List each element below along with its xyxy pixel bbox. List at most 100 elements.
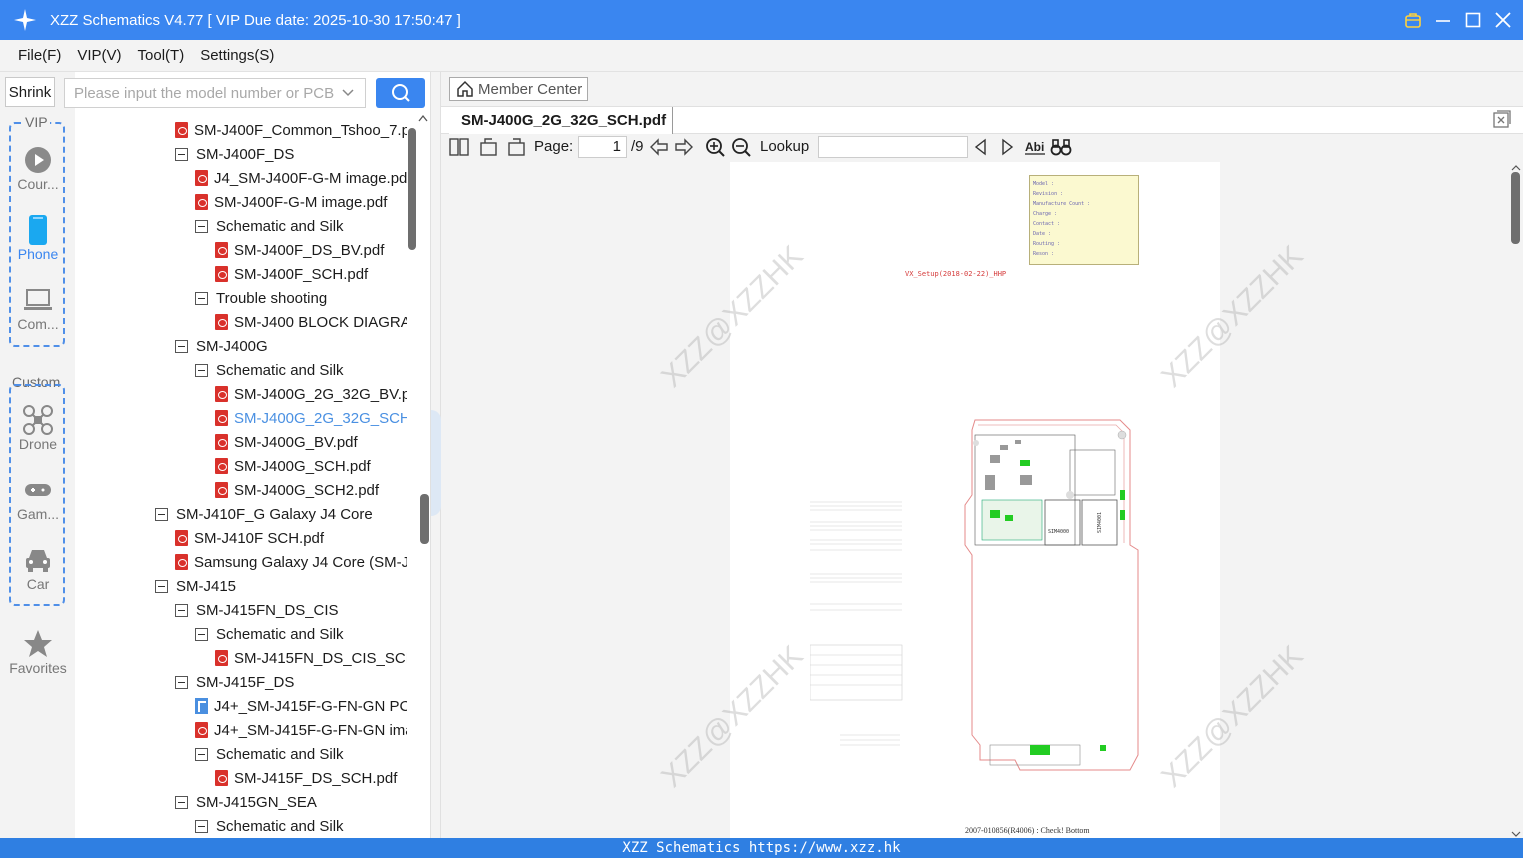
next-page-icon[interactable] xyxy=(674,137,694,157)
nav-computer[interactable]: Com... xyxy=(8,284,68,332)
tree-item-label: SM-J400G_SCH.pdf xyxy=(234,457,371,475)
find-binoculars-icon[interactable] xyxy=(1050,137,1072,157)
menu-file[interactable]: File(F) xyxy=(18,47,61,64)
collapse-toggle-icon[interactable] xyxy=(195,291,208,305)
page-number-input[interactable]: 1 xyxy=(578,136,627,158)
tree-file[interactable]: SM-J400G_2G_32G_BV.pdf xyxy=(215,382,407,406)
tree-folder[interactable]: Schematic and Silk xyxy=(195,814,344,838)
scroll-up-icon[interactable] xyxy=(418,114,428,122)
phone-icon xyxy=(8,214,68,246)
tree-folder[interactable]: Schematic and Silk xyxy=(195,358,344,382)
tree-scrollbar-secondary[interactable] xyxy=(420,494,429,544)
two-page-view-icon[interactable] xyxy=(449,137,469,157)
scroll-up-icon[interactable] xyxy=(1511,165,1521,171)
tree-folder[interactable]: SM-J415FN_DS_CIS xyxy=(175,598,339,622)
rotate-right-icon[interactable] xyxy=(506,137,526,157)
viewer-scrollbar[interactable] xyxy=(1509,162,1523,838)
nav-car-label: Car xyxy=(26,576,50,592)
search-input[interactable]: Please input the model number or PCB xyxy=(64,78,366,108)
tree-file[interactable]: SM-J400 BLOCK DIAGRAM xyxy=(215,310,407,334)
viewer-scroll-thumb[interactable] xyxy=(1511,172,1520,244)
tree-folder[interactable]: Trouble shooting xyxy=(195,286,327,310)
tree-folder[interactable]: Schematic and Silk xyxy=(195,214,344,238)
collapse-toggle-icon[interactable] xyxy=(175,147,188,161)
tree-file[interactable]: SM-J410F SCH.pdf xyxy=(175,526,324,550)
find-previous-icon[interactable] xyxy=(973,137,989,157)
vip-bag-icon[interactable] xyxy=(1403,10,1423,30)
pdf-file-icon xyxy=(215,770,228,786)
tree-file[interactable]: Samsung Galaxy J4 Core (SM-J410 xyxy=(175,550,407,574)
collapse-toggle-icon[interactable] xyxy=(155,579,168,593)
collapse-toggle-icon[interactable] xyxy=(195,747,208,761)
collapse-toggle-icon[interactable] xyxy=(175,603,188,617)
tree-folder[interactable]: SM-J400G xyxy=(175,334,268,358)
tree-file[interactable]: SM-J400F_Common_Tshoo_7.pdf xyxy=(175,118,407,142)
tree-item-label: SM-J415FN_DS_CIS xyxy=(196,601,339,619)
tree-item-label: SM-J400 BLOCK DIAGRAM xyxy=(234,313,407,331)
tree-file[interactable]: SM-J415F_DS_SCH.pdf xyxy=(215,766,397,790)
collapse-toggle-icon[interactable] xyxy=(155,507,168,521)
tree-folder[interactable]: SM-J415GN_SEA xyxy=(175,790,317,814)
sim-label: SIM4000 xyxy=(1048,529,1069,535)
tree-file[interactable]: SM-J415FN_DS_CIS_SCH.pdf xyxy=(215,646,407,670)
collapse-toggle-icon[interactable] xyxy=(175,675,188,689)
close-all-tabs-icon[interactable] xyxy=(1493,110,1511,128)
tree-file[interactable]: SM-J400G_2G_32G_SCH.pdf xyxy=(215,406,407,430)
member-center-button[interactable]: Member Center xyxy=(449,77,588,101)
find-next-icon[interactable] xyxy=(999,137,1015,157)
scroll-down-icon[interactable] xyxy=(1511,831,1521,837)
car-icon xyxy=(8,544,68,576)
maximize-button[interactable] xyxy=(1463,10,1483,30)
tree-file[interactable]: SM-J400F_SCH.pdf xyxy=(215,262,368,286)
minimize-button[interactable] xyxy=(1433,10,1453,30)
rotate-left-icon[interactable] xyxy=(479,137,499,157)
menu-vip[interactable]: VIP(V) xyxy=(77,47,121,64)
previous-page-icon[interactable] xyxy=(649,137,669,157)
tree-folder[interactable]: Schematic and Silk xyxy=(195,742,344,766)
nav-car[interactable]: Car xyxy=(8,544,68,592)
nav-drone[interactable]: Drone xyxy=(8,404,68,452)
nav-favorites[interactable]: Favorites xyxy=(8,628,68,676)
shrink-button[interactable]: Shrink xyxy=(5,77,55,107)
menu-tool[interactable]: Tool(T) xyxy=(138,47,185,64)
zoom-in-icon[interactable] xyxy=(705,137,725,157)
tree-folder[interactable]: SM-J400F_DS xyxy=(175,142,294,166)
nav-phone[interactable]: Phone xyxy=(8,214,68,262)
tree-scrollbar[interactable] xyxy=(408,128,416,250)
search-button[interactable] xyxy=(376,78,425,108)
menu-settings[interactable]: Settings(S) xyxy=(200,47,274,64)
collapse-toggle-icon[interactable] xyxy=(195,819,208,833)
lookup-input[interactable] xyxy=(818,136,968,158)
pdf-file-icon xyxy=(215,482,228,498)
tree-folder[interactable]: SM-J415F_DS xyxy=(175,670,294,694)
collapse-panel-handle[interactable] xyxy=(431,410,441,516)
zoom-out-icon[interactable] xyxy=(731,137,751,157)
tree-folder[interactable]: Schematic and Silk xyxy=(195,622,344,646)
tree-file[interactable]: SM-J400G_SCH2.pdf xyxy=(215,478,379,502)
tab-document[interactable]: SM-J400G_2G_32G_SCH.pdf xyxy=(449,107,673,134)
tree-file[interactable]: J4_SM-J400F-G-M image.pdf xyxy=(195,166,407,190)
collapse-toggle-icon[interactable] xyxy=(195,627,208,641)
match-case-icon[interactable]: Abi xyxy=(1024,137,1046,157)
tree-folder[interactable]: SM-J415 xyxy=(155,574,236,598)
nav-computer-label: Com... xyxy=(17,316,59,332)
tree-file[interactable]: J4+_SM-J415F-G-FN-GN image.pdf xyxy=(195,718,407,742)
tree-file[interactable]: J4+_SM-J415F-G-FN-GN PCB xyxy=(195,694,407,718)
pdf-file-icon xyxy=(215,410,228,426)
tree-file[interactable]: SM-J400F_DS_BV.pdf xyxy=(215,238,384,262)
gamepad-icon xyxy=(8,474,68,506)
nav-games[interactable]: Gam... xyxy=(8,474,68,522)
tree-file[interactable]: SM-J400G_BV.pdf xyxy=(215,430,358,454)
collapse-toggle-icon[interactable] xyxy=(195,219,208,233)
tree-item-label: Samsung Galaxy J4 Core (SM-J410 xyxy=(194,553,407,571)
chevron-down-icon[interactable] xyxy=(341,86,355,100)
tree-folder[interactable]: SM-J410F_G Galaxy J4 Core xyxy=(155,502,373,526)
tree-file[interactable]: SM-J400F-G-M image.pdf xyxy=(195,190,387,214)
collapse-toggle-icon[interactable] xyxy=(175,795,188,809)
collapse-toggle-icon[interactable] xyxy=(195,363,208,377)
nav-courses[interactable]: Cour... xyxy=(8,144,68,192)
tree-file[interactable]: SM-J400G_SCH.pdf xyxy=(215,454,371,478)
collapse-toggle-icon[interactable] xyxy=(175,339,188,353)
close-button[interactable] xyxy=(1493,10,1513,30)
lookup-label: Lookup xyxy=(760,138,810,155)
